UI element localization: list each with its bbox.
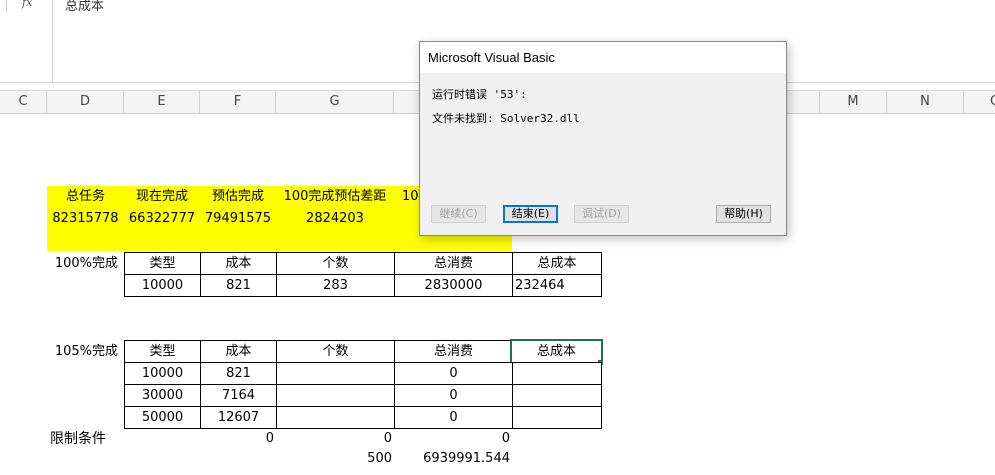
table105-header-total-spend[interactable]: 总消费 [394,340,513,363]
summary-value-current[interactable]: 66322777 [124,208,200,230]
table105-row1-count[interactable] [276,362,395,385]
table105-row3-total-cost[interactable] [512,406,602,429]
constraint-value-f[interactable]: 0 [200,428,274,450]
formula-bar-divider [6,0,7,12]
table105-row2-type[interactable]: 30000 [124,384,201,407]
help-button[interactable]: 帮助(H) [716,205,771,223]
table105-header-total-cost-selected[interactable]: 总成本 [510,339,603,364]
vba-error-dialog: Microsoft Visual Basic 运行时错误 '53': 文件未找到… [419,41,787,236]
table105-row2-total-cost[interactable] [512,384,602,407]
table105-row3-type[interactable]: 50000 [124,406,201,429]
column-header-f[interactable]: F [200,91,276,113]
table105-header-cost[interactable]: 成本 [200,340,277,363]
column-header-g[interactable]: G [276,91,394,113]
dialog-title: Microsoft Visual Basic [428,50,555,65]
column-header-m[interactable]: M [820,91,887,113]
insert-function-button[interactable]: fx [22,0,32,9]
summary-label-total-task[interactable]: 总任务 [47,186,124,208]
table105-row1-type[interactable]: 10000 [124,362,201,385]
table100-cell-total-spend[interactable]: 2830000 [394,274,513,297]
end-button[interactable]: 结束(E) [503,205,558,223]
table100-cell-total-cost[interactable]: 232464 [512,274,602,297]
summary-value-estimate[interactable]: 79491575 [200,208,276,230]
table105-row2-count[interactable] [276,384,395,407]
constraints-label[interactable]: 限制条件 [50,428,130,450]
table105-row1-total-cost[interactable] [512,362,602,385]
constraint-row2-h[interactable]: 6939991.544 [394,448,510,470]
column-header-o[interactable]: O [964,91,995,113]
debug-button[interactable]: 调试(D) [574,205,629,223]
column-header-d[interactable]: D [47,91,124,113]
table100-header-total-cost[interactable]: 总成本 [512,252,602,275]
table105-header-type[interactable]: 类型 [124,340,201,363]
table105-row2-total-spend[interactable]: 0 [394,384,513,407]
table100-header-count[interactable]: 个数 [276,252,395,275]
table105-row3-cost[interactable]: 12607 [200,406,277,429]
table100-row-label[interactable]: 100%完成 [47,253,124,275]
table105-row3-count[interactable] [276,406,395,429]
continue-button[interactable]: 继续(C) [431,205,486,223]
summary-label-truncated[interactable]: 10 [394,186,419,208]
constraint-row2-g[interactable]: 500 [276,448,392,470]
table105-row1-cost[interactable]: 821 [200,362,277,385]
column-header-e[interactable]: E [124,91,200,113]
table105-row2-cost[interactable]: 7164 [200,384,277,407]
formula-bar-left [0,0,53,82]
formula-input[interactable]: 总成本 [65,0,104,14]
dialog-error-code: 运行时错误 '53': [432,88,527,101]
table100-header-cost[interactable]: 成本 [200,252,277,275]
dialog-error-message: 文件未找到: Solver32.dll [432,112,580,125]
constraint-value-g[interactable]: 0 [276,428,392,450]
summary-value-total-task[interactable]: 82315778 [47,208,124,230]
table105-row-label[interactable]: 105%完成 [47,341,124,363]
summary-value-gap[interactable]: 2824203 [276,208,394,230]
summary-label-estimate[interactable]: 预估完成 [200,186,276,208]
column-header-n[interactable]: N [887,91,964,113]
table100-header-type[interactable]: 类型 [124,252,201,275]
table100-header-total-spend[interactable]: 总消费 [394,252,513,275]
constraint-value-h[interactable]: 0 [394,428,510,450]
table100-cell-count[interactable]: 283 [276,274,395,297]
table100-cell-type[interactable]: 10000 [124,274,201,297]
summary-label-gap[interactable]: 100完成预估差距 [276,186,394,208]
table105-row1-total-spend[interactable]: 0 [394,362,513,385]
table100-cell-cost[interactable]: 821 [200,274,277,297]
table105-row3-total-spend[interactable]: 0 [394,406,513,429]
column-header-c[interactable]: C [0,91,47,113]
column-header-l[interactable] [786,91,820,113]
table105-header-count[interactable]: 个数 [276,340,395,363]
summary-label-current[interactable]: 现在完成 [124,186,200,208]
